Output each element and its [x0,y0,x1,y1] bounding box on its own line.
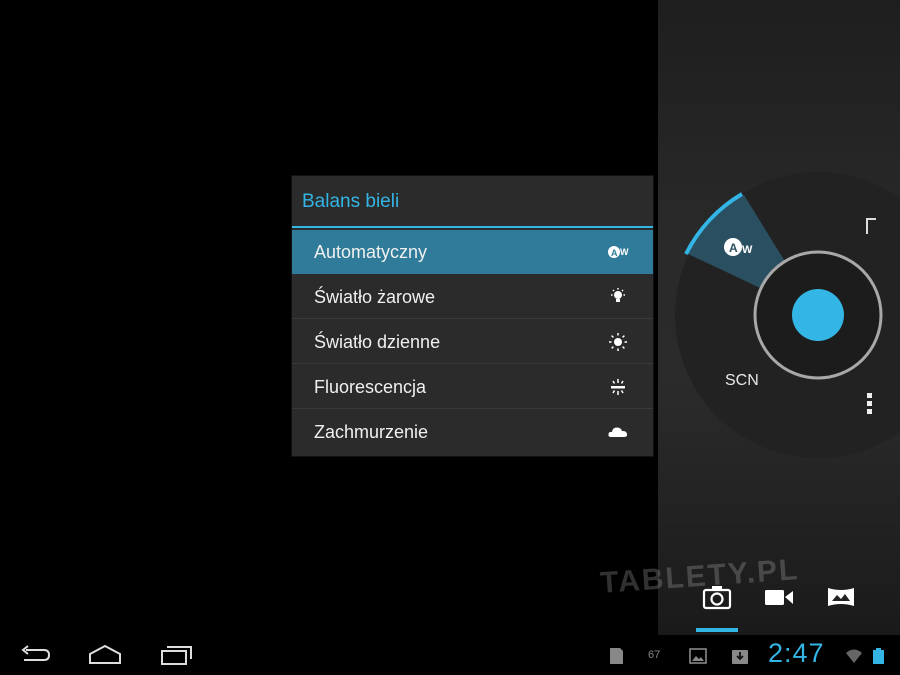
panorama-mode-icon[interactable] [826,584,856,610]
fluorescent-icon [611,379,625,395]
cloudy-icon [608,427,628,437]
home-icon[interactable] [88,644,122,666]
notification-count: 67 [648,649,661,661]
wifi-icon [846,649,862,663]
svg-text:A: A [729,241,738,255]
popup-title: Balans bieli [292,176,653,228]
wb-option-label: Fluorescencja [314,377,427,397]
wb-option-fluorescent[interactable]: Fluorescencja [292,365,653,409]
active-mode-indicator [696,628,738,632]
auto-wb-icon: A W [608,246,629,258]
wb-option-label: Zachmurzenie [314,422,429,442]
svg-text:W: W [620,247,629,257]
incandescent-icon [611,288,625,302]
gallery-notification-icon [689,648,707,664]
system-bar [0,635,900,675]
wb-option-label: Automatyczny [314,242,428,262]
more-options-icon[interactable] [865,393,873,417]
wb-option-auto[interactable]: Automatyczny A W [292,230,653,274]
recent-apps-icon[interactable] [160,644,194,666]
clock: 2:47 [768,638,825,668]
download-icon [732,650,748,664]
wb-option-daylight[interactable]: Światło dzienne [292,320,653,364]
wb-option-cloudy[interactable]: Zachmurzenie [292,410,653,454]
wb-option-label: Światło żarowe [314,287,436,307]
scene-mode-label[interactable]: SCN [725,372,759,390]
back-icon[interactable] [18,644,52,666]
wb-option-label: Światło dzienne [314,332,441,352]
svg-text:W: W [742,244,753,256]
sd-card-icon [610,648,623,664]
svg-text:A: A [611,248,618,258]
battery-icon [873,648,884,664]
white-balance-popup: Balans bieli Automatyczny A W Światło ża… [292,176,653,456]
shutter-button[interactable] [792,289,844,341]
wb-option-incandescent[interactable]: Światło żarowe [292,275,653,319]
daylight-icon [609,333,627,351]
flash-toggle-icon[interactable] [866,218,876,234]
